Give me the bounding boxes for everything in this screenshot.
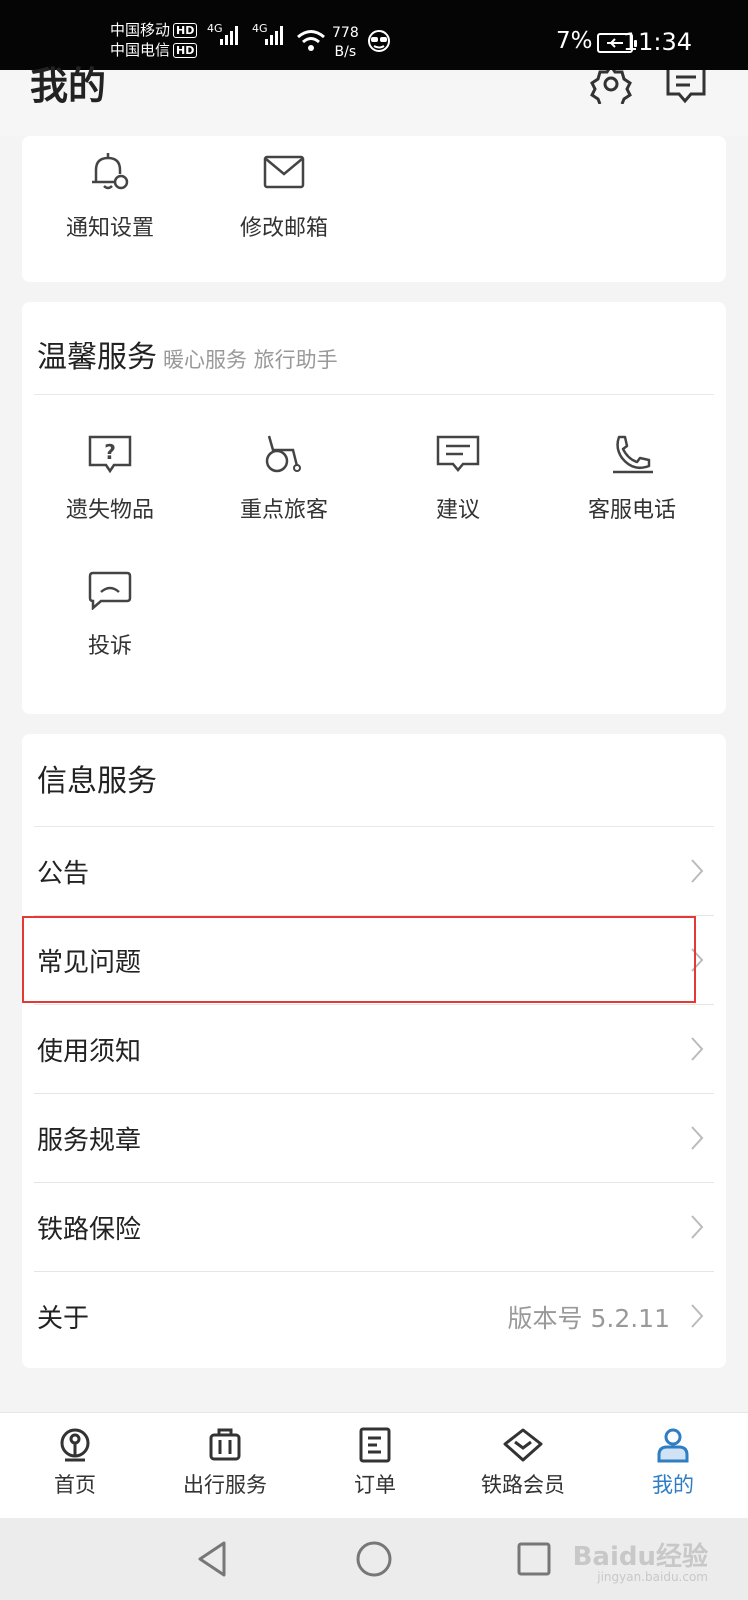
sunglasses-face-icon	[368, 30, 390, 52]
hd-badge: HD	[173, 23, 198, 38]
customer-service-phone-label: 客服电话	[587, 498, 676, 523]
tab-label: 订单	[354, 1473, 396, 1497]
back-icon[interactable]	[196, 1540, 230, 1578]
page-title: 我的	[30, 64, 107, 108]
notification-settings-item[interactable]: 通知设置	[22, 152, 198, 242]
svg-text:?: ?	[104, 440, 116, 464]
mail-icon	[263, 155, 305, 189]
tab-travel-service[interactable]: 出行服务	[150, 1413, 300, 1519]
tab-label: 出行服务	[183, 1473, 267, 1497]
account-settings-card: 通知设置 修改邮箱	[22, 136, 726, 282]
page-header: 我的	[0, 64, 748, 136]
list-row-about[interactable]: 关于 版本号 5.2.11	[34, 1272, 714, 1361]
faq-highlight-box	[22, 916, 696, 1003]
tab-home[interactable]: 首页	[0, 1413, 150, 1519]
carrier-2: 中国电信	[110, 41, 171, 59]
carrier-info: 中国移动 HD 中国电信 HD	[110, 20, 198, 60]
complaint-label: 投诉	[87, 634, 132, 659]
version-number: 版本号 5.2.11	[507, 1304, 670, 1333]
lost-items-item[interactable]: ? 遗失物品	[22, 434, 198, 524]
signal-icon	[220, 26, 240, 45]
chevron-right-icon	[691, 1215, 704, 1239]
section-title-warm: 温馨服务 暖心服务 旅行助手	[37, 340, 338, 375]
order-icon	[359, 1427, 391, 1463]
bell-gear-icon	[92, 153, 129, 190]
wheelchair-icon	[265, 435, 301, 473]
list-row-railway-insurance[interactable]: 铁路保险	[34, 1183, 714, 1272]
phone-icon	[613, 435, 653, 474]
chevron-right-icon	[691, 859, 704, 883]
section-subtitle: 暖心服务 旅行助手	[163, 348, 338, 372]
chevron-right-icon	[691, 1304, 704, 1328]
signal-icon	[265, 26, 285, 45]
sad-chat-icon	[88, 571, 132, 610]
bottom-tab-bar: 首页 出行服务 订单 铁路会员 我的	[0, 1412, 748, 1518]
railway-logo-icon	[60, 1428, 90, 1462]
customer-service-phone-item[interactable]: 客服电话	[544, 434, 720, 524]
watermark-logo: Baidu经验	[572, 1542, 708, 1572]
row-label: 服务规章	[37, 1126, 142, 1156]
lost-items-label: 遗失物品	[65, 498, 154, 523]
status-bar: 中国移动 HD 中国电信 HD 4G 4G 778 B/s 7% 11:34	[0, 0, 748, 70]
wifi-icon	[297, 30, 325, 51]
hd-badge: HD	[173, 43, 198, 58]
question-box-icon: ?	[88, 435, 132, 474]
row-label: 使用须知	[37, 1037, 142, 1067]
warm-service-card: 温馨服务 暖心服务 旅行助手 ? 遗失物品 重点旅客 建议 客服电话 投诉	[22, 302, 726, 714]
list-row-service-rules[interactable]: 服务规章	[34, 1094, 714, 1183]
luggage-icon	[209, 1428, 241, 1461]
tab-orders[interactable]: 订单	[300, 1413, 450, 1519]
network-speed: 778 B/s	[332, 25, 359, 60]
list-row-announcement[interactable]: 公告	[34, 827, 714, 916]
chevron-right-icon	[691, 1037, 704, 1061]
comment-icon	[436, 435, 480, 472]
divider	[34, 394, 714, 395]
battery-percent: 7%	[556, 28, 593, 54]
row-label: 公告	[37, 859, 90, 889]
message-icon[interactable]	[665, 70, 707, 104]
system-navigation-bar: Baidu经验 jingyan.baidu.com	[0, 1518, 748, 1600]
diamond-icon	[503, 1428, 543, 1462]
gear-icon[interactable]	[590, 70, 632, 104]
clock: 11:34	[622, 28, 692, 56]
row-label: 铁路保险	[37, 1215, 142, 1245]
tab-label: 我的	[652, 1473, 694, 1497]
list-row-usage-notice[interactable]: 使用须知	[34, 1005, 714, 1094]
row-label: 关于	[37, 1304, 90, 1334]
tab-label: 首页	[54, 1473, 96, 1497]
notification-settings-label: 通知设置	[65, 216, 154, 241]
home-circle-icon[interactable]	[355, 1540, 393, 1578]
tab-railway-member[interactable]: 铁路会员	[448, 1413, 598, 1519]
change-email-label: 修改邮箱	[239, 216, 328, 241]
section-title-info: 信息服务	[37, 764, 157, 799]
complaint-item[interactable]: 投诉	[22, 570, 198, 660]
priority-passenger-item[interactable]: 重点旅客	[196, 434, 372, 524]
change-email-item[interactable]: 修改邮箱	[196, 152, 372, 242]
watermark-url: jingyan.baidu.com	[597, 1570, 708, 1584]
priority-passenger-label: 重点旅客	[239, 498, 328, 523]
info-service-card: 信息服务 公告 常见问题 使用须知 服务规章 铁路保险 关于 版本号 5.2.1…	[22, 734, 726, 1368]
suggestion-label: 建议	[435, 498, 480, 523]
recents-square-icon[interactable]	[516, 1540, 552, 1578]
tab-mine[interactable]: 我的	[598, 1413, 748, 1519]
suggestion-item[interactable]: 建议	[370, 434, 546, 524]
tab-label: 铁路会员	[481, 1473, 565, 1497]
carrier-1: 中国移动	[110, 21, 171, 39]
person-icon	[657, 1428, 689, 1463]
chevron-right-icon	[691, 1126, 704, 1150]
